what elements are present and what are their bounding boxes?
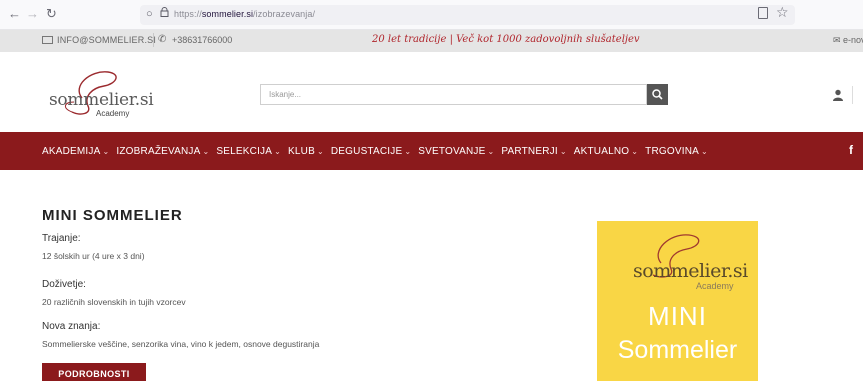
envelope-icon: [42, 36, 53, 44]
newsletter-link[interactable]: ✉ e-nov: [833, 35, 863, 46]
tagline: 20 let tradicije | Več kot 1000 zadovolj…: [372, 34, 640, 45]
back-arrow-icon[interactable]: ←: [8, 6, 21, 22]
nav-item-degustacije[interactable]: DEGUSTACIJE ⌄: [331, 146, 411, 157]
user-account-icon[interactable]: [831, 88, 845, 102]
details-button[interactable]: PODROBNOSTI: [42, 363, 146, 381]
contact-email-link[interactable]: INFO@SOMMELIER.SI: [57, 35, 156, 45]
divider: [153, 33, 154, 47]
promo-title-line2: Sommelier: [617, 336, 738, 364]
chevron-down-icon: ⌄: [487, 147, 495, 156]
search-icon: [652, 89, 663, 100]
search-input[interactable]: [260, 84, 647, 105]
chevron-down-icon: ⌄: [631, 147, 639, 156]
skills-value: Sommelierske veščine, senzorika vina, vi…: [42, 339, 320, 349]
forward-arrow-icon[interactable]: →: [26, 6, 39, 22]
reader-view-icon[interactable]: [758, 7, 768, 19]
nav-item-aktualno[interactable]: AKTUALNO ⌄: [574, 146, 638, 157]
course-title: MINI SOMMELIER: [42, 207, 183, 224]
lock-icon[interactable]: [160, 7, 169, 17]
contact-phone-link[interactable]: +38631766000: [172, 35, 232, 45]
logo-subtitle: Academy: [96, 109, 130, 118]
skills-label: Nova znanja:: [42, 321, 101, 332]
nav-menu: AKADEMIJA ⌄ IZOBRAŽEVANJA ⌄ SELEKCIJA ⌄ KLU…: [42, 146, 715, 157]
promo-title-line1: MINI: [648, 301, 707, 331]
promo-logo-subtitle: Academy: [696, 281, 734, 291]
tracking-shield-icon[interactable]: ○: [146, 8, 153, 20]
nav-item-svetovanje[interactable]: SVETOVANJE ⌄: [418, 146, 494, 157]
promo-logo-text: sommelier.si: [633, 260, 748, 282]
chevron-down-icon: ⌄: [559, 147, 567, 156]
chevron-down-icon: ⌄: [202, 147, 210, 156]
phone-icon: ✆: [158, 34, 167, 45]
course-promo-image[interactable]: sommelier.si Academy MINI Sommelier: [597, 221, 758, 381]
duration-label: Trajanje:: [42, 233, 81, 244]
logo-text[interactable]: sommelier.si: [49, 90, 154, 110]
chevron-down-icon: ⌄: [404, 147, 412, 156]
chevron-down-icon: ⌄: [316, 147, 324, 156]
experience-value: 20 različnih slovenskih in tujih vzorcev: [42, 297, 186, 307]
nav-item-klub[interactable]: KLUB ⌄: [288, 146, 324, 157]
nav-item-selekcija[interactable]: SELEKCIJA ⌄: [216, 146, 281, 157]
chevron-down-icon: ⌄: [700, 147, 708, 156]
chevron-down-icon: ⌄: [274, 147, 282, 156]
nav-item-izobrazevanja[interactable]: IZOBRAŽEVANJA ⌄: [116, 146, 209, 157]
chevron-down-icon: ⌄: [102, 147, 110, 156]
search-button[interactable]: [647, 84, 668, 105]
nav-item-partnerji[interactable]: PARTNERJI ⌄: [501, 146, 566, 157]
nav-item-trgovina[interactable]: TRGOVINA ⌄: [645, 146, 708, 157]
experience-label: Doživetje:: [42, 279, 86, 290]
reload-icon[interactable]: ↻: [46, 6, 57, 22]
divider: [852, 86, 853, 104]
facebook-icon[interactable]: f: [849, 143, 853, 157]
duration-value: 12 šolskih ur (4 ure x 3 dni): [42, 251, 145, 261]
url-text[interactable]: https://sommelier.si/izobrazevanja/: [174, 9, 315, 19]
bookmark-star-icon[interactable]: ☆: [776, 4, 789, 21]
nav-item-akademija[interactable]: AKADEMIJA ⌄: [42, 146, 109, 157]
